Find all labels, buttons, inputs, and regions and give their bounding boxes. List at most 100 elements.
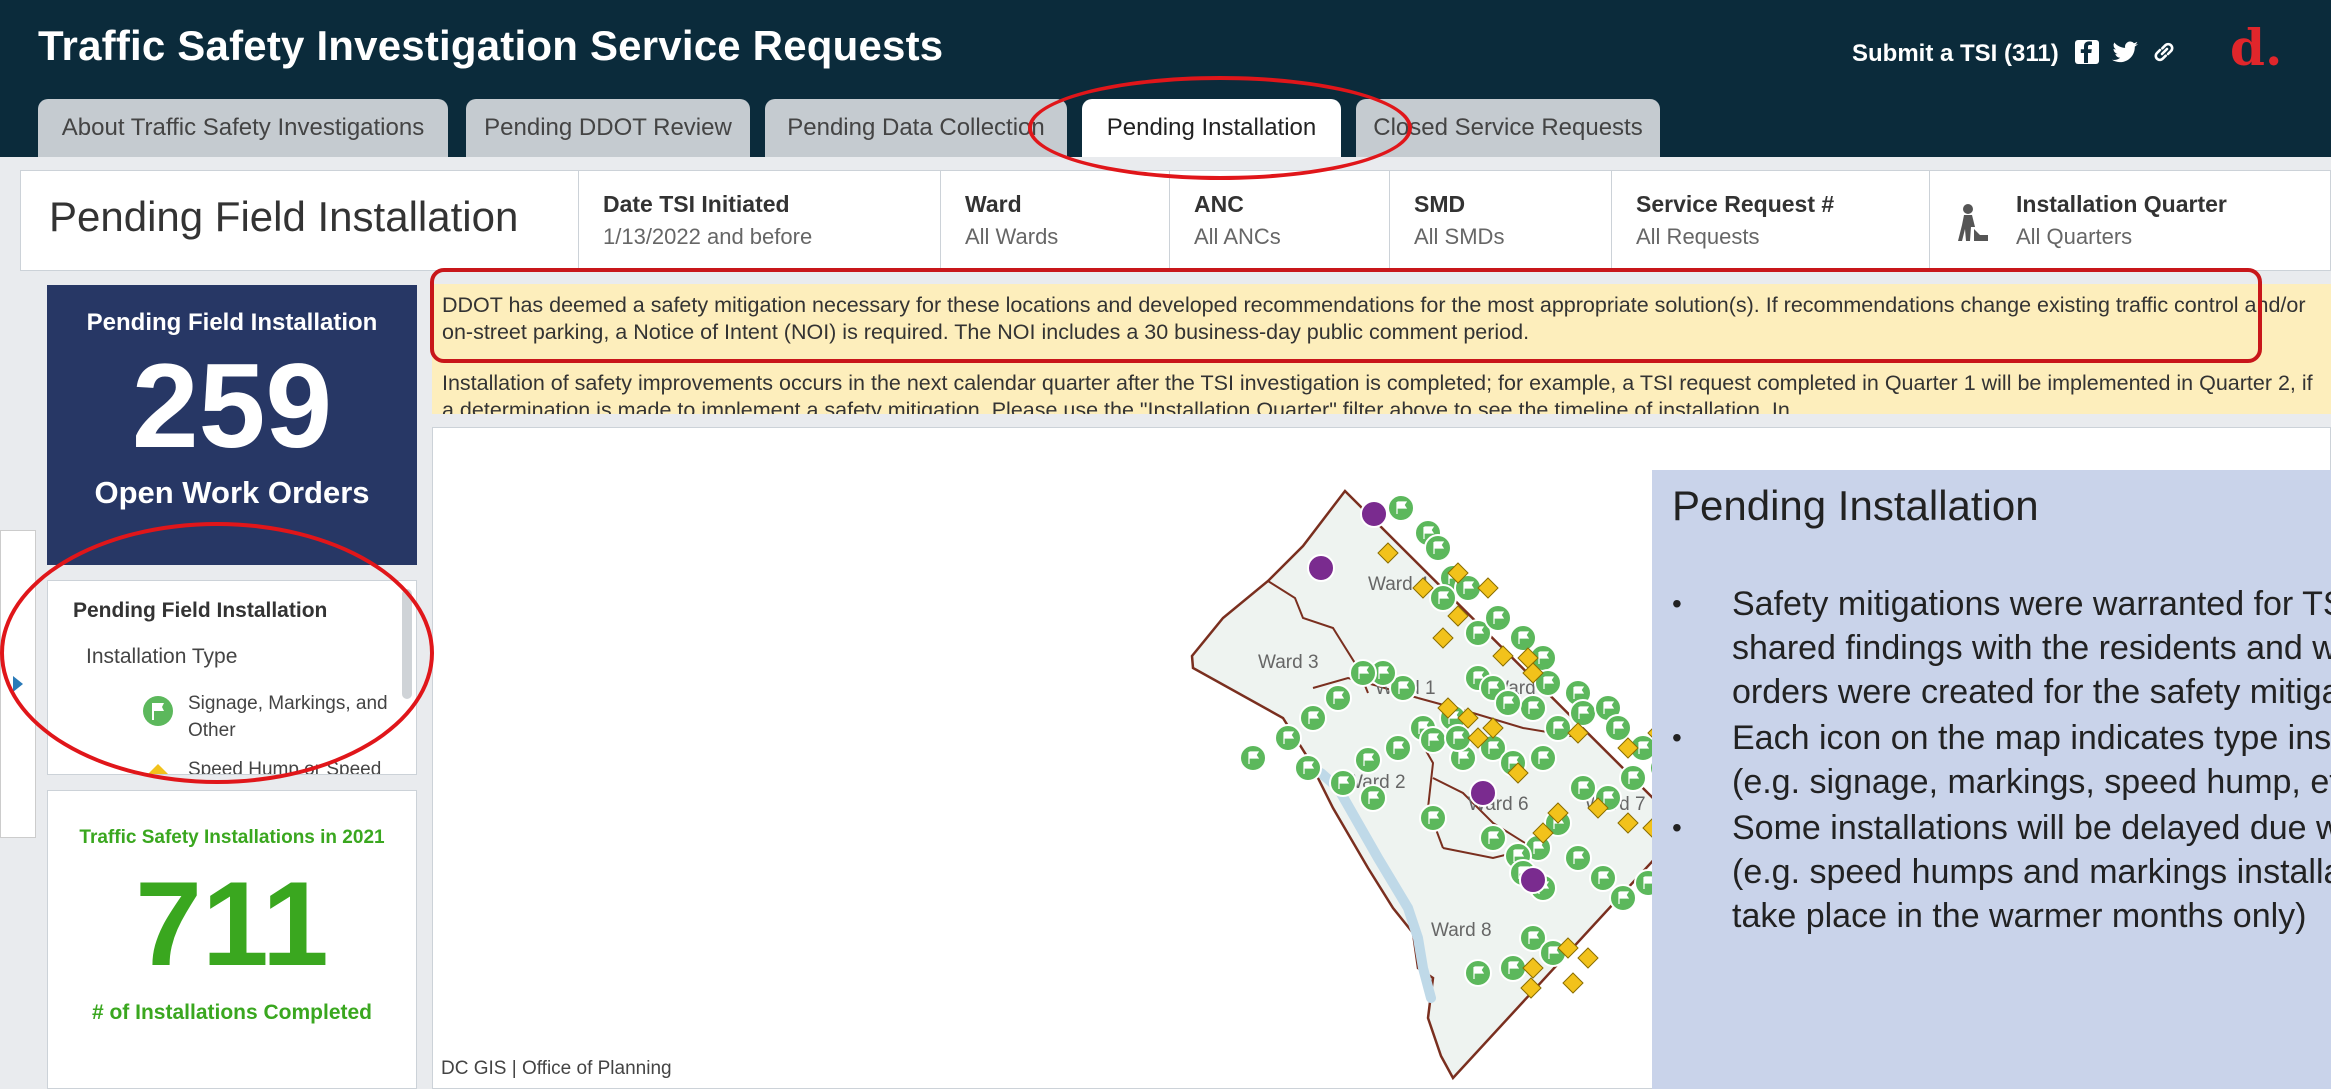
info-bullet: Some installations will be delayed due w… [1672,806,2331,938]
signage-marker[interactable] [1419,726,1447,754]
signage-marker[interactable] [1609,884,1637,912]
side-panel-toggle[interactable] [0,530,36,838]
filter-value: All ANCs [1194,224,1281,249]
filter-value: All Wards [965,224,1059,249]
filter-ward[interactable]: Ward All Wards [940,171,1169,270]
signage-marker[interactable] [1464,959,1492,987]
filter-anc[interactable]: ANC All ANCs [1169,171,1389,270]
dashboard-title: Pending Field Installation [49,193,519,240]
twitter-icon[interactable] [2110,38,2138,66]
legend-item-label: Speed Hump or Speed [188,759,382,775]
signage-marker[interactable] [1429,584,1457,612]
filter-label: ANC [1194,191,1244,217]
filter-value: All Requests [1636,224,1760,249]
signage-marker[interactable] [1604,714,1632,742]
app-header: Traffic Safety Investigation Service Req… [0,0,2331,157]
speed-hump-icon [148,764,168,774]
tab-closed-service-requests[interactable]: Closed Service Requests [1356,99,1660,157]
signage-marker[interactable] [1494,689,1522,717]
filter-label: Installation Quarter [2016,191,2227,217]
signage-marker[interactable] [1354,746,1382,774]
signage-marker[interactable] [1484,604,1512,632]
submit-tsi-link[interactable]: Submit a TSI (311) [1852,40,2059,68]
green-flag-icon [143,696,173,726]
installations-2021-kpi: Traffic Safety Installations in 2021 711… [47,790,417,1089]
signage-marker[interactable] [1589,864,1617,892]
signage-marker[interactable] [1384,734,1412,762]
tab-pending-data-collection[interactable]: Pending Data Collection [765,99,1067,157]
kpi-heading: Traffic Safety Installations in 2021 [79,827,385,848]
other-marker[interactable] [1519,866,1547,894]
link-icon[interactable] [2150,38,2178,66]
filter-label: SMD [1414,191,1466,217]
app-title: Traffic Safety Investigation Service Req… [38,22,944,69]
kpi-value: 711 [135,857,329,991]
signage-marker[interactable] [1519,694,1547,722]
signage-marker[interactable] [1299,704,1327,732]
speed-hump-marker[interactable] [1477,577,1499,599]
signage-marker[interactable] [1444,724,1472,752]
tab-pending-ddot-review[interactable]: Pending DDOT Review [466,99,750,157]
legend-subheading: Installation Type [86,645,238,668]
signage-marker[interactable] [1569,774,1597,802]
legend-heading: Pending Field Installation [73,599,328,622]
signage-marker[interactable] [1387,494,1415,522]
signage-marker[interactable] [1424,534,1452,562]
signage-marker[interactable] [1324,684,1352,712]
signage-marker[interactable] [1479,824,1507,852]
filter-value: All SMDs [1414,224,1505,249]
pending-installation-kpi: Pending Field Installation 259 Open Work… [47,285,417,565]
filter-bar: Pending Field Installation Date TSI Init… [20,170,2331,271]
filter-label: Service Request # [1636,191,1835,217]
signage-marker[interactable] [1529,744,1557,772]
filter-service-request[interactable]: Service Request # All Requests [1611,171,1929,270]
kpi-subtitle: Open Work Orders [94,475,370,510]
ddot-logo[interactable]: d. [2230,18,2282,77]
worker-icon [1958,204,1988,241]
legend-scrollbar[interactable] [402,589,412,699]
signage-marker[interactable] [1619,764,1647,792]
signage-marker[interactable] [1329,769,1357,797]
info-bullets: Safety mitigations were warranted for TS… [1672,582,2331,940]
ward-label: Ward 3 [1258,652,1319,673]
notice-paragraph-noi: DDOT has deemed a safety mitigation nece… [442,293,2306,344]
map-legend: Pending Field Installation Installation … [47,580,417,775]
filter-smd[interactable]: SMD All SMDs [1389,171,1611,270]
signage-marker[interactable] [1239,744,1267,772]
filter-value: 1/13/2022 and before [603,224,813,249]
info-bullet: Each icon on the map indicates type inst… [1672,716,2331,804]
signage-marker[interactable] [1294,754,1322,782]
signage-marker[interactable] [1564,844,1592,872]
info-title: Pending Installation [1672,482,2039,529]
signage-marker[interactable] [1499,954,1527,982]
signage-marker[interactable] [1569,699,1597,727]
ward-label: Ward 8 [1431,920,1492,941]
map-attribution: DC GIS | Office of Planning [441,1058,672,1079]
signage-marker[interactable] [1359,784,1387,812]
filter-label: Ward [965,191,1022,217]
tab-pending-installation[interactable]: Pending Installation [1082,99,1341,157]
notice-paragraph-installation: Installation of safety improvements occu… [442,371,2313,414]
signage-marker[interactable] [1349,659,1377,687]
speed-hump-marker[interactable] [1577,947,1599,969]
tab-about[interactable]: About Traffic Safety Investigations [38,99,448,157]
filter-value: All Quarters [2016,224,2133,249]
info-panel: Pending Installation Safety mitigations … [1652,470,2331,1089]
signage-marker[interactable] [1544,714,1572,742]
other-marker[interactable] [1469,779,1497,807]
filter-date-initiated[interactable]: Date TSI Initiated 1/13/2022 and before [578,171,940,270]
signage-marker[interactable] [1509,624,1537,652]
other-marker[interactable] [1360,500,1388,528]
facebook-icon[interactable] [2073,38,2101,66]
kpi-value: 259 [131,339,333,473]
expand-arrow-icon [13,676,23,692]
filter-label: Date TSI Initiated [603,191,790,217]
filter-installation-quarter[interactable]: Installation Quarter All Quarters [1929,171,2330,270]
info-bullet: Safety mitigations were warranted for TS… [1672,582,2331,714]
kpi-heading: Pending Field Installation [86,309,378,336]
speed-hump-marker[interactable] [1562,972,1584,994]
legend-item-label: Signage, Markings, and Other [188,693,388,741]
signage-marker[interactable] [1419,804,1447,832]
other-marker[interactable] [1307,554,1335,582]
signage-marker[interactable] [1274,724,1302,752]
